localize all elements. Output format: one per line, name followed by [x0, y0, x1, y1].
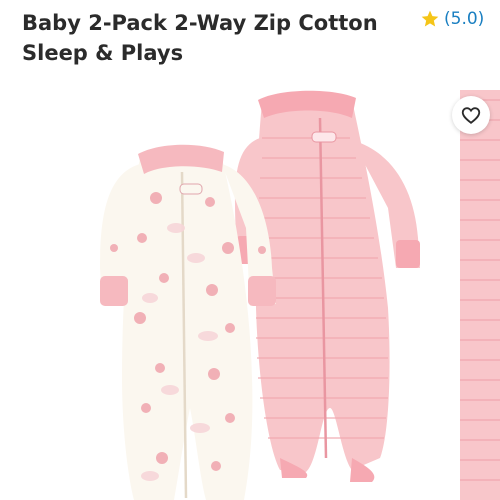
next-image-preview[interactable] [460, 90, 500, 500]
heart-outline-icon [461, 107, 481, 124]
favorite-button[interactable] [452, 96, 490, 134]
product-title: Baby 2-Pack 2-Way Zip Cotton Sleep & Pla… [22, 11, 378, 65]
star-icon [421, 10, 439, 27]
cream-sleeper-image [100, 144, 276, 500]
product-main-image[interactable] [0, 78, 452, 500]
product-rating[interactable]: (5.0) [420, 8, 484, 30]
rating-score: (5.0) [444, 9, 485, 29]
